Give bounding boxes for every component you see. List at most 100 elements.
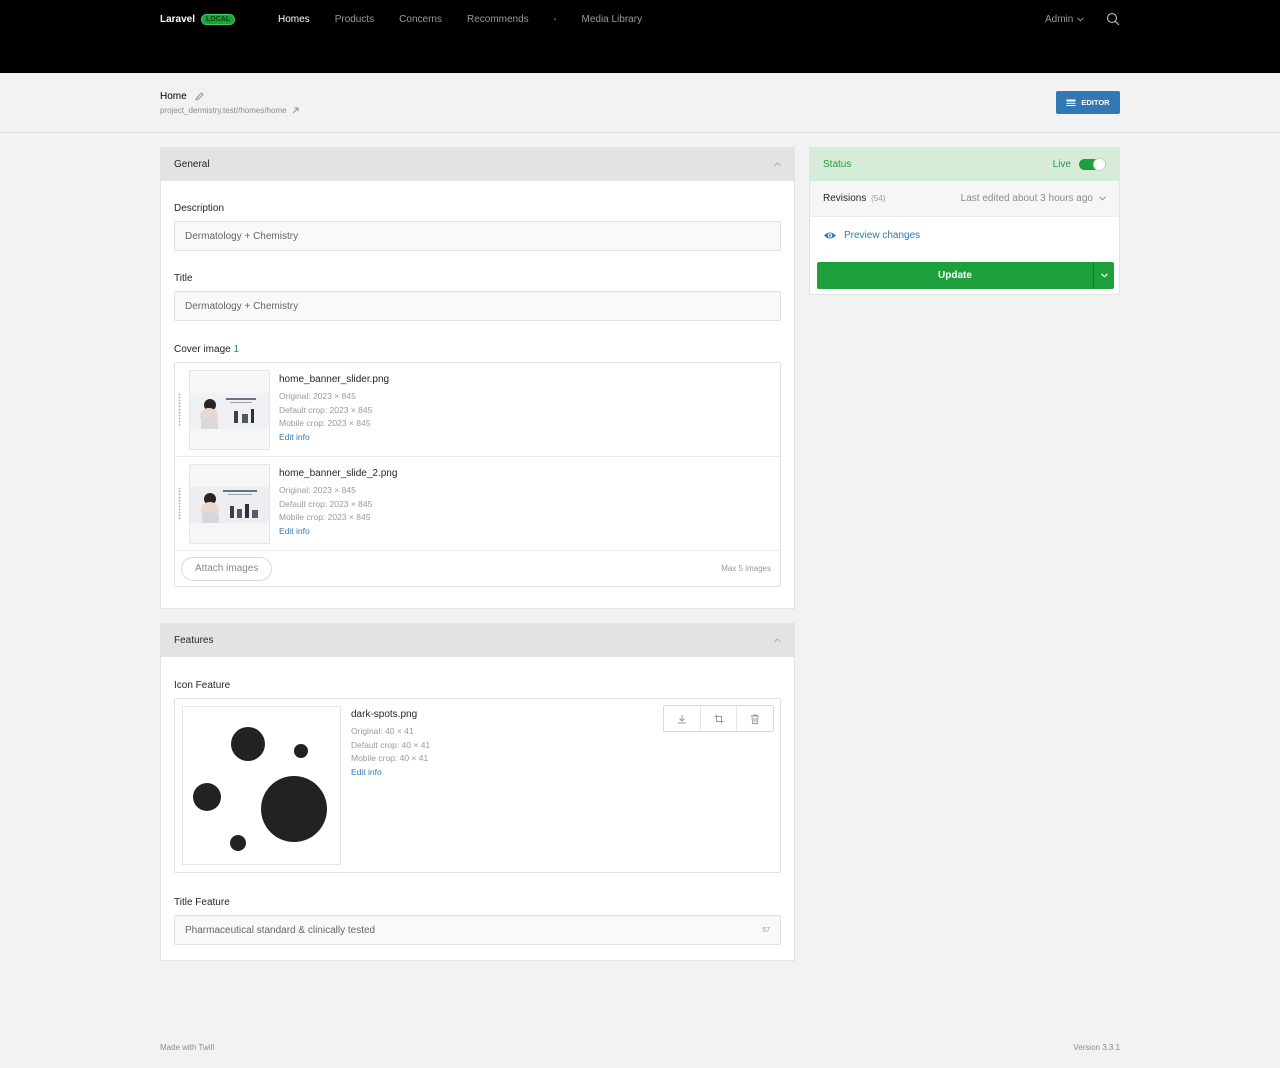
permalink-text: project_dermistry.test//homes/home bbox=[160, 106, 287, 115]
brand[interactable]: Laravel LOCAL bbox=[160, 14, 236, 25]
max-images-note: Max 5 images bbox=[721, 564, 771, 573]
user-name: Admin bbox=[1045, 14, 1074, 25]
footer-version: Version 3.3.1 bbox=[1073, 1043, 1120, 1052]
status-header: Status Live bbox=[810, 148, 1119, 181]
footer-credit[interactable]: Made with Twill bbox=[160, 1043, 214, 1052]
last-edited-text: Last edited about 3 hours ago bbox=[960, 193, 1093, 204]
editor-button-label: EDITOR bbox=[1081, 98, 1110, 107]
revisions-label: Revisions bbox=[823, 193, 867, 204]
title-feature-label: Title Feature bbox=[174, 897, 230, 908]
status-title: Status bbox=[823, 159, 852, 170]
revisions: Revisions (54) bbox=[823, 193, 885, 204]
toggle-knob bbox=[1093, 158, 1106, 171]
edit-info-link[interactable]: Edit info bbox=[351, 766, 430, 780]
drag-handle[interactable] bbox=[178, 487, 181, 521]
nav-link-products[interactable]: Products bbox=[335, 14, 374, 26]
nav-link-recommends[interactable]: Recommends bbox=[467, 14, 529, 26]
default-crop: Default crop: 40 × 41 bbox=[351, 739, 431, 750]
chevron-down-icon bbox=[1099, 196, 1106, 201]
download-icon bbox=[677, 714, 686, 723]
page-title-text: Home bbox=[160, 91, 187, 102]
title-label: Title bbox=[174, 273, 193, 284]
publish-panel: Status Live Revisions (54) Last edited a… bbox=[809, 147, 1120, 295]
search-icon[interactable] bbox=[1106, 12, 1120, 26]
editor-button[interactable]: EDITOR bbox=[1056, 91, 1120, 114]
update-button[interactable]: Update bbox=[817, 262, 1114, 289]
features-panel: Features Icon Feature dark-spots.png Ori… bbox=[160, 623, 795, 961]
title-value: Dermatology + Chemistry bbox=[185, 300, 299, 312]
original-size: Original: 2023 × 845 bbox=[279, 391, 356, 401]
crop-button[interactable] bbox=[701, 706, 738, 731]
media-row[interactable]: home_banner_slide_2.png Original: 2023 ×… bbox=[175, 457, 780, 551]
mobile-crop: Mobile crop: 2023 × 845 bbox=[279, 418, 371, 428]
cover-image-label-text: Cover image bbox=[174, 344, 231, 355]
env-badge: LOCAL bbox=[201, 14, 236, 25]
icon-feature-label: Icon Feature bbox=[174, 680, 231, 691]
nav-separator-dot: • bbox=[553, 15, 557, 24]
eye-icon bbox=[824, 232, 836, 239]
chevron-up-icon[interactable] bbox=[774, 638, 781, 643]
edit-info-link[interactable]: Edit info bbox=[279, 525, 397, 539]
edit-info-link[interactable]: Edit info bbox=[279, 431, 389, 445]
character-counter: 57 bbox=[762, 926, 770, 934]
download-button[interactable] bbox=[664, 706, 701, 731]
general-panel-title: General bbox=[174, 159, 210, 170]
chevron-down-icon bbox=[1077, 17, 1085, 22]
media-footer: Attach images Max 5 images bbox=[175, 551, 780, 586]
nav-link-homes[interactable]: Homes bbox=[278, 14, 310, 26]
media-toolbar bbox=[663, 705, 774, 732]
page-title: Home bbox=[160, 91, 204, 102]
update-options-button[interactable] bbox=[1093, 262, 1114, 289]
nav-links: Homes Products Concerns Recommends • Med… bbox=[278, 14, 667, 26]
editor-icon bbox=[1066, 99, 1076, 106]
default-crop: Default crop: 2023 × 845 bbox=[279, 498, 373, 509]
title-input[interactable]: Dermatology + Chemistry bbox=[174, 291, 781, 321]
drag-handle[interactable] bbox=[178, 393, 181, 427]
revisions-count: (54) bbox=[871, 194, 886, 203]
icon-thumbnail[interactable] bbox=[182, 706, 341, 865]
description-label: Description bbox=[174, 203, 225, 214]
live-label: Live bbox=[1052, 159, 1071, 170]
mobile-crop: Mobile crop: 40 × 41 bbox=[351, 753, 429, 763]
original-size: Original: 40 × 41 bbox=[351, 726, 414, 736]
nav-link-concerns[interactable]: Concerns bbox=[399, 14, 442, 26]
pencil-icon[interactable] bbox=[195, 92, 204, 101]
general-panel: General Description Dermatology + Chemis… bbox=[160, 147, 795, 609]
mobile-crop: Mobile crop: 2023 × 845 bbox=[279, 512, 371, 522]
last-edited[interactable]: Last edited about 3 hours ago bbox=[961, 193, 1106, 204]
chevron-up-icon[interactable] bbox=[774, 162, 781, 167]
file-name: dark-spots.png bbox=[351, 709, 418, 720]
file-name: home_banner_slide_2.png bbox=[279, 468, 398, 479]
cover-image-label: Cover image 1 bbox=[174, 344, 781, 355]
general-panel-header[interactable]: General bbox=[161, 148, 794, 181]
delete-button[interactable] bbox=[737, 706, 773, 731]
user-menu[interactable]: Admin bbox=[1045, 14, 1085, 25]
file-name: home_banner_slider.png bbox=[279, 374, 390, 385]
nav-link-media-library[interactable]: Media Library bbox=[581, 14, 642, 26]
title-feature-value: Pharmaceutical standard & clinically tes… bbox=[185, 924, 376, 936]
attach-images-button[interactable]: Attach images bbox=[181, 556, 273, 581]
title-feature-input[interactable]: Pharmaceutical standard & clinically tes… bbox=[174, 915, 781, 945]
preview-changes-link[interactable]: Preview changes bbox=[810, 217, 1119, 254]
cover-image-list: home_banner_slider.png Original: 2023 × … bbox=[174, 362, 781, 587]
live-toggle-group[interactable]: Live bbox=[1052, 158, 1106, 171]
features-panel-header[interactable]: Features bbox=[161, 624, 794, 657]
preview-changes-label: Preview changes bbox=[844, 230, 921, 241]
revisions-row[interactable]: Revisions (54) Last edited about 3 hours… bbox=[810, 181, 1119, 217]
crop-icon bbox=[714, 714, 723, 723]
top-navigation: Laravel LOCAL Homes Products Concerns Re… bbox=[0, 0, 1280, 73]
original-size: Original: 2023 × 845 bbox=[279, 485, 356, 495]
media-row[interactable]: home_banner_slider.png Original: 2023 × … bbox=[175, 363, 780, 457]
image-thumbnail[interactable] bbox=[189, 370, 270, 450]
trash-icon bbox=[751, 714, 760, 724]
description-input[interactable]: Dermatology + Chemistry bbox=[174, 221, 781, 251]
cover-image-count: 1 bbox=[233, 344, 240, 355]
page-header: Home project_dermistry.test//homes/home … bbox=[0, 73, 1280, 133]
image-thumbnail[interactable] bbox=[189, 464, 270, 544]
icon-feature-media: dark-spots.png Original: 40 × 41 Default… bbox=[174, 698, 781, 873]
permalink[interactable]: project_dermistry.test//homes/home bbox=[160, 106, 299, 115]
features-panel-title: Features bbox=[174, 635, 214, 646]
live-toggle[interactable] bbox=[1079, 158, 1106, 171]
default-crop: Default crop: 2023 × 845 bbox=[279, 404, 373, 415]
description-value: Dermatology + Chemistry bbox=[185, 230, 299, 242]
